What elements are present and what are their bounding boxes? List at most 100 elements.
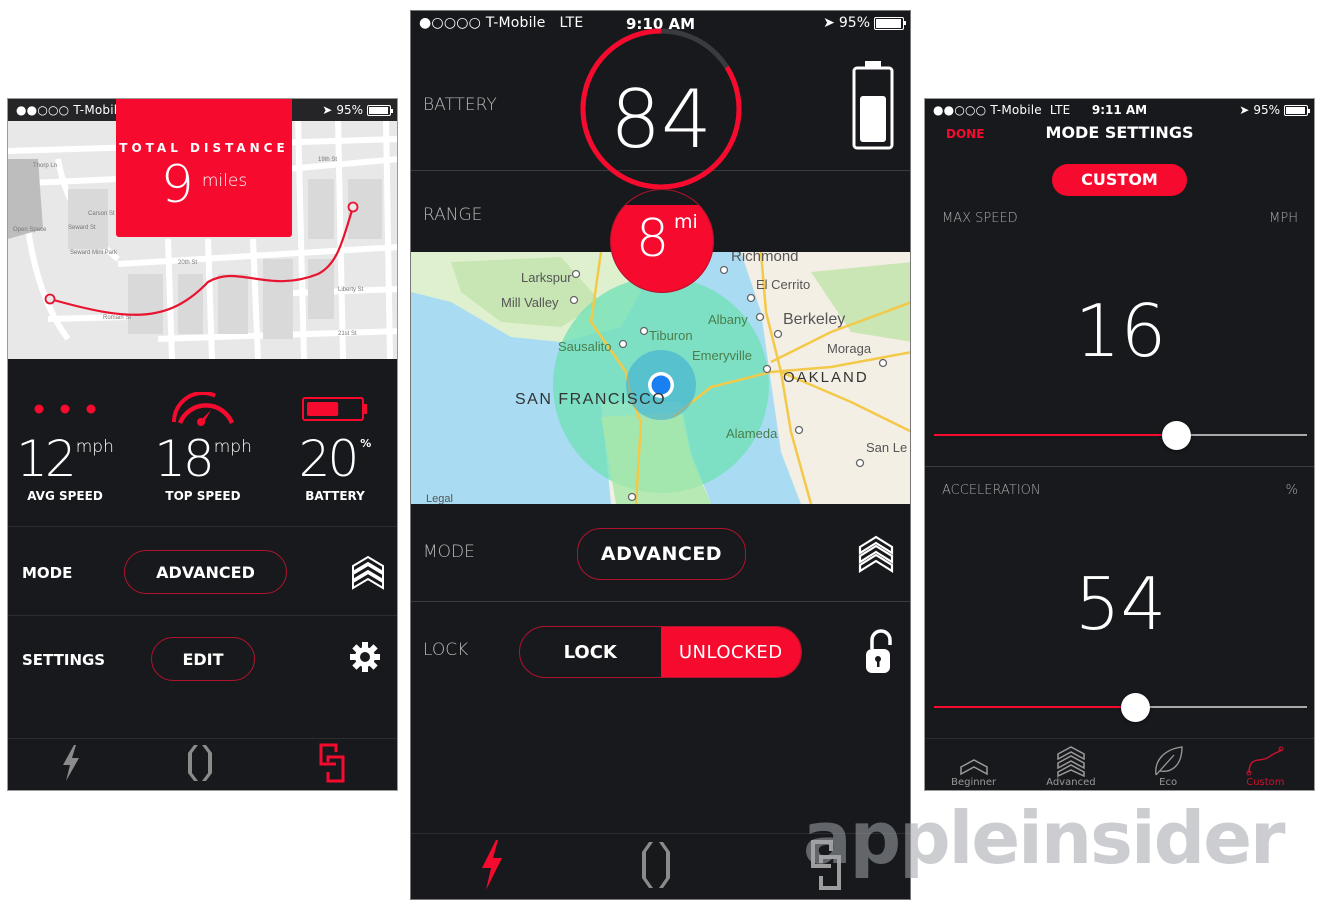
avg-speed-label: AVG SPEED xyxy=(27,489,103,503)
range-badge: 8 mi xyxy=(610,189,714,293)
battery-percent: 95% xyxy=(1253,103,1280,117)
mode-tab-label: Eco xyxy=(1159,777,1178,788)
mode-tab-label: Custom xyxy=(1246,777,1285,788)
watermark: appleinsider xyxy=(803,796,1286,880)
bolt-icon xyxy=(63,744,80,781)
battery-unit: % xyxy=(360,437,372,450)
battery-percent: 95% xyxy=(838,15,870,31)
tab-link[interactable] xyxy=(318,742,346,788)
svg-text:Thorp Ln: Thorp Ln xyxy=(33,163,57,169)
svg-text:San Le: San Le xyxy=(866,440,907,455)
location-icon: ➤ xyxy=(322,103,333,117)
range-value: 8 xyxy=(636,209,670,269)
svg-text:Larkspur: Larkspur xyxy=(521,270,572,285)
max-speed-section: MAX SPEED MPH 16 xyxy=(925,199,1314,467)
battery-stat: 20% BATTERY xyxy=(270,391,397,503)
mode-tab-label: Beginner xyxy=(951,777,997,788)
unlocked-option[interactable]: UNLOCKED xyxy=(660,627,801,677)
acceleration-unit: % xyxy=(1285,483,1298,498)
edit-settings-button[interactable]: EDIT xyxy=(151,637,255,681)
svg-text:Legal: Legal xyxy=(426,493,453,504)
acceleration-label: ACCELERATION xyxy=(942,483,1041,498)
mode-tab-custom[interactable]: Custom xyxy=(1217,739,1314,790)
avg-speed-unit: mph xyxy=(75,437,114,457)
max-speed-slider[interactable] xyxy=(934,420,1307,450)
total-distance-label: TOTAL DISTANCE xyxy=(119,141,289,155)
mode-tab-eco[interactable]: Eco xyxy=(1120,739,1217,790)
svg-text:Emeryville: Emeryville xyxy=(692,348,752,363)
mode-button[interactable]: ADVANCED xyxy=(577,528,746,580)
battery-icon xyxy=(852,59,894,155)
mode-settings-screen: ●●○○○ T-Mobile LTE 9:11 AM ➤ 95% DONE MOD… xyxy=(924,98,1315,791)
acceleration-value: 54 xyxy=(1074,562,1167,646)
mode-label: MODE xyxy=(22,564,73,582)
dashboard-screen: ●○○○○ T-Mobile LTE 9:10 AM ➤ 95% BATTERY … xyxy=(410,10,911,900)
status-battery-icon xyxy=(1284,104,1310,116)
top-speed-label: TOP SPEED xyxy=(165,489,241,503)
mode-tab-label: Advanced xyxy=(1046,777,1096,788)
unlock-icon[interactable] xyxy=(864,629,892,679)
svg-text:Mill Valley: Mill Valley xyxy=(501,295,559,310)
svg-text:19th St: 19th St xyxy=(318,157,337,163)
acceleration-section: ACCELERATION % 54 xyxy=(925,468,1314,738)
lock-option[interactable]: LOCK xyxy=(520,627,661,677)
svg-text:OAKLAND: OAKLAND xyxy=(783,369,869,386)
mode-section: MODE ADVANCED xyxy=(411,504,910,602)
svg-text:Richmond: Richmond xyxy=(731,252,799,265)
chevron-up-icon xyxy=(959,759,988,776)
svg-text:Seward St: Seward St xyxy=(68,225,96,231)
link-icon xyxy=(319,743,345,782)
curve-icon xyxy=(1246,746,1284,776)
tab-bolt[interactable] xyxy=(478,838,504,896)
leaf-icon xyxy=(1155,746,1183,776)
status-battery-icon xyxy=(874,16,906,30)
location-icon: ➤ xyxy=(823,15,835,31)
avg-speed-stat: 12 mph AVG SPEED xyxy=(8,391,130,503)
board-icon xyxy=(188,744,213,781)
total-distance-card: TOTAL DISTANCE 9 miles xyxy=(116,99,292,237)
mode-button[interactable]: ADVANCED xyxy=(124,550,287,594)
top-speed-unit: mph xyxy=(213,437,252,457)
triple-chevron-icon xyxy=(1057,746,1085,777)
mode-tab-advanced[interactable]: Advanced xyxy=(1022,739,1119,790)
settings-label: SETTINGS xyxy=(22,651,106,669)
battery-section: BATTERY 84 xyxy=(411,28,910,190)
svg-text:Alameda: Alameda xyxy=(726,426,778,441)
bolt-icon xyxy=(482,839,503,890)
lock-toggle[interactable]: LOCK UNLOCKED xyxy=(519,626,802,678)
avg-speed-value: 12 xyxy=(16,430,77,488)
tab-board[interactable] xyxy=(638,840,674,894)
mode-row: MODE ADVANCED xyxy=(8,528,397,616)
max-speed-label: MAX SPEED xyxy=(942,211,1018,226)
svg-text:Tiburon: Tiburon xyxy=(649,328,693,343)
total-distance-value: 9 xyxy=(160,155,194,215)
dots-icon xyxy=(8,391,130,427)
status-bar: ●●○○○ T-Mobile LTE 9:11 AM ➤95% xyxy=(925,99,1314,121)
gear-icon[interactable] xyxy=(349,641,381,677)
max-speed-value: 16 xyxy=(1074,289,1167,373)
svg-text:El Cerrito: El Cerrito xyxy=(756,277,810,292)
slider-thumb[interactable] xyxy=(1162,421,1192,450)
battery-icon xyxy=(270,391,397,427)
page-title: MODE SETTINGS xyxy=(1045,123,1194,142)
slider-thumb[interactable] xyxy=(1121,693,1151,722)
max-speed-unit: MPH xyxy=(1269,211,1298,226)
tab-board[interactable] xyxy=(185,743,215,787)
svg-text:20th St: 20th St xyxy=(178,260,197,266)
battery-value: 20 xyxy=(298,430,360,488)
svg-text:Moraga: Moraga xyxy=(827,341,872,356)
speedometer-icon xyxy=(138,391,268,427)
mode-tab-beginner[interactable]: Beginner xyxy=(925,739,1022,790)
battery-label: BATTERY xyxy=(423,95,497,115)
status-battery-icon xyxy=(367,104,393,116)
stats-screen: Thorp Ln Carson St Seward St Seward Mini P… xyxy=(7,98,398,791)
acceleration-slider[interactable] xyxy=(934,692,1307,722)
tab-bolt[interactable] xyxy=(59,743,83,787)
top-speed-value: 18 xyxy=(154,430,215,488)
board-icon xyxy=(642,841,671,888)
triple-chevron-icon[interactable] xyxy=(858,534,894,578)
triple-chevron-icon[interactable] xyxy=(351,554,385,594)
mode-badge[interactable]: CUSTOM xyxy=(1052,164,1187,196)
lock-label: LOCK xyxy=(423,640,469,660)
location-icon: ➤ xyxy=(1239,103,1250,117)
